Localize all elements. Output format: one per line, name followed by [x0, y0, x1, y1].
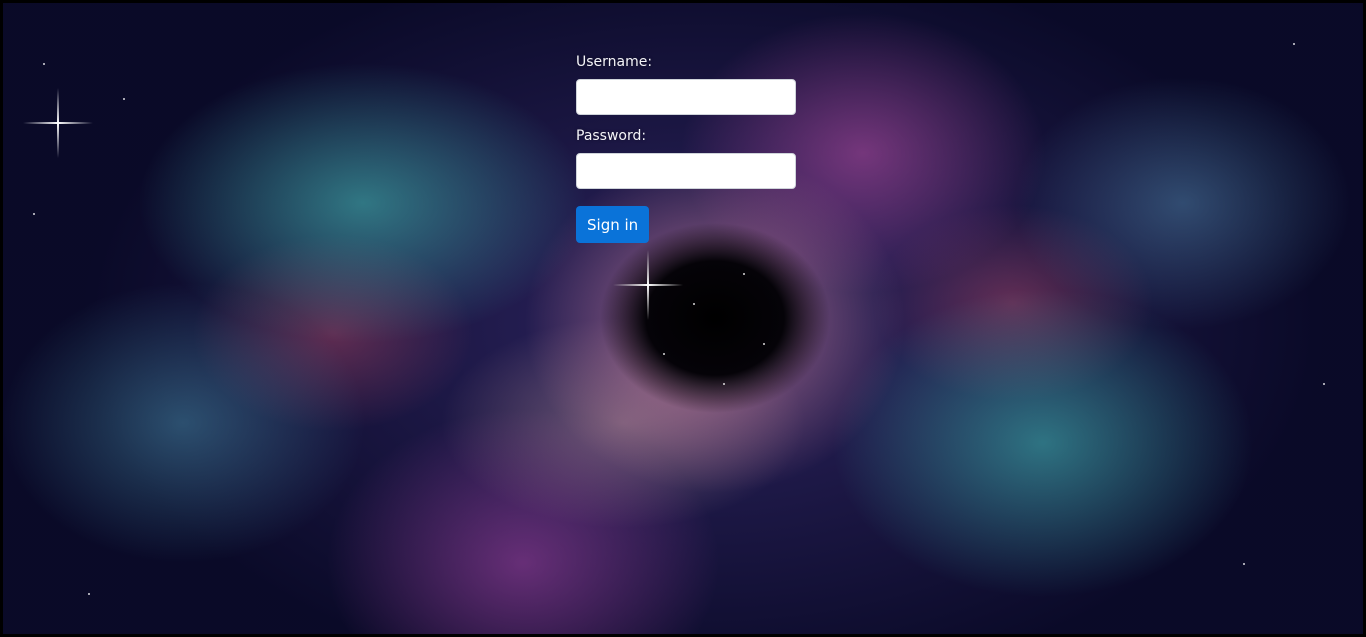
- sparkle-star: [613, 250, 683, 320]
- star: [1293, 43, 1295, 45]
- star: [43, 63, 45, 65]
- username-label: Username:: [576, 54, 653, 70]
- star: [743, 273, 745, 275]
- star: [693, 303, 695, 305]
- star: [723, 383, 725, 385]
- star: [763, 343, 765, 345]
- star: [1323, 383, 1325, 385]
- star: [123, 98, 125, 100]
- login-form: Username: Password: Sign in: [576, 53, 806, 243]
- password-label: Password:: [576, 128, 647, 144]
- username-input[interactable]: [576, 79, 796, 115]
- star: [88, 593, 90, 595]
- star: [1243, 563, 1245, 565]
- password-input[interactable]: [576, 153, 796, 189]
- star: [663, 353, 665, 355]
- page-frame: Username: Password: Sign in: [0, 0, 1366, 637]
- sign-in-button[interactable]: Sign in: [576, 206, 650, 243]
- sparkle-star: [23, 88, 93, 158]
- star: [33, 213, 35, 215]
